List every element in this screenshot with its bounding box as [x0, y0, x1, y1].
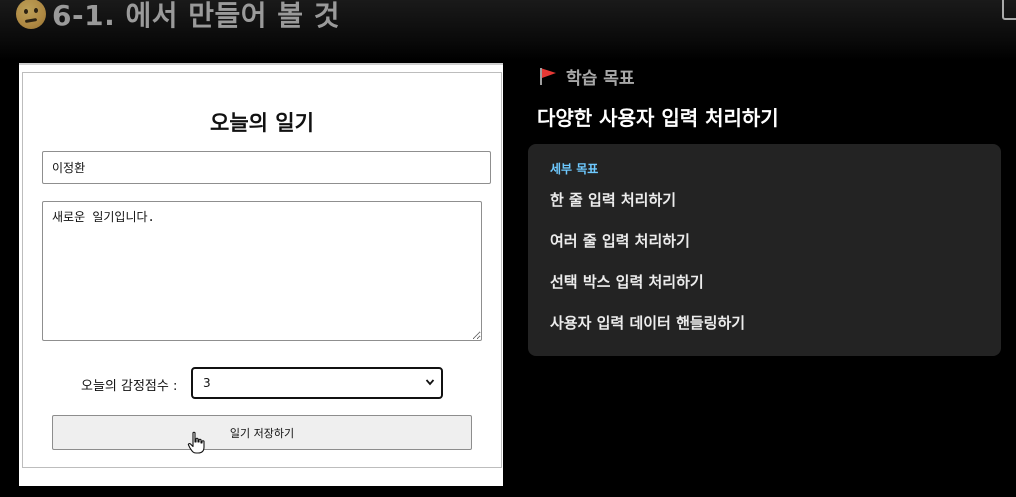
emotion-label: 오늘의 감정점수 :	[81, 379, 178, 394]
diary-title: 오늘의 일기	[210, 111, 314, 135]
hand-cursor-icon	[187, 431, 205, 454]
main-objective: 다양한 사용자 입력 처리하기	[537, 106, 779, 130]
objective-heading-text: 학습 목표	[566, 68, 635, 89]
emotion-row: 오늘의 감정점수 : 3	[23, 367, 501, 399]
goal-item: 여러 줄 입력 처리하기	[550, 232, 690, 250]
goal-item: 사용자 입력 데이터 핸들링하기	[550, 314, 746, 332]
thinking-face-icon	[16, 0, 46, 29]
chevron-down-icon	[425, 379, 435, 386]
detail-goals-card: 세부 목표 한 줄 입력 처리하기 여러 줄 입력 처리하기 선택 박스 입력 …	[528, 144, 1001, 356]
detail-goals-label: 세부 목표	[550, 162, 599, 176]
diary-app-preview: 오늘의 일기 새로운 일기입니다. 오늘의 감정점수 : 3 일기 저장하기	[19, 63, 503, 486]
slide-title: 6-1. 에서 만들어 볼 것	[16, 0, 340, 34]
content-textarea[interactable]: 새로운 일기입니다.	[42, 201, 482, 341]
emotion-select[interactable]: 3	[191, 367, 443, 399]
goal-item: 한 줄 입력 처리하기	[550, 191, 677, 209]
flag-icon	[540, 68, 556, 85]
save-button[interactable]: 일기 저장하기	[52, 415, 472, 450]
goal-item: 선택 박스 입력 처리하기	[550, 273, 704, 291]
emotion-select-value: 3	[203, 376, 211, 390]
window-corner-icon	[1002, 0, 1016, 20]
author-input[interactable]	[42, 151, 491, 184]
slide-page: 6-1. 에서 만들어 볼 것 오늘의 일기 새로운 일기입니다. 오늘의 감정…	[0, 0, 1016, 497]
diary-editor: 오늘의 일기 새로운 일기입니다. 오늘의 감정점수 : 3 일기 저장하기	[22, 72, 502, 468]
slide-title-text: 6-1. 에서 만들어 볼 것	[52, 0, 341, 32]
objective-heading: 학습 목표	[538, 64, 635, 89]
